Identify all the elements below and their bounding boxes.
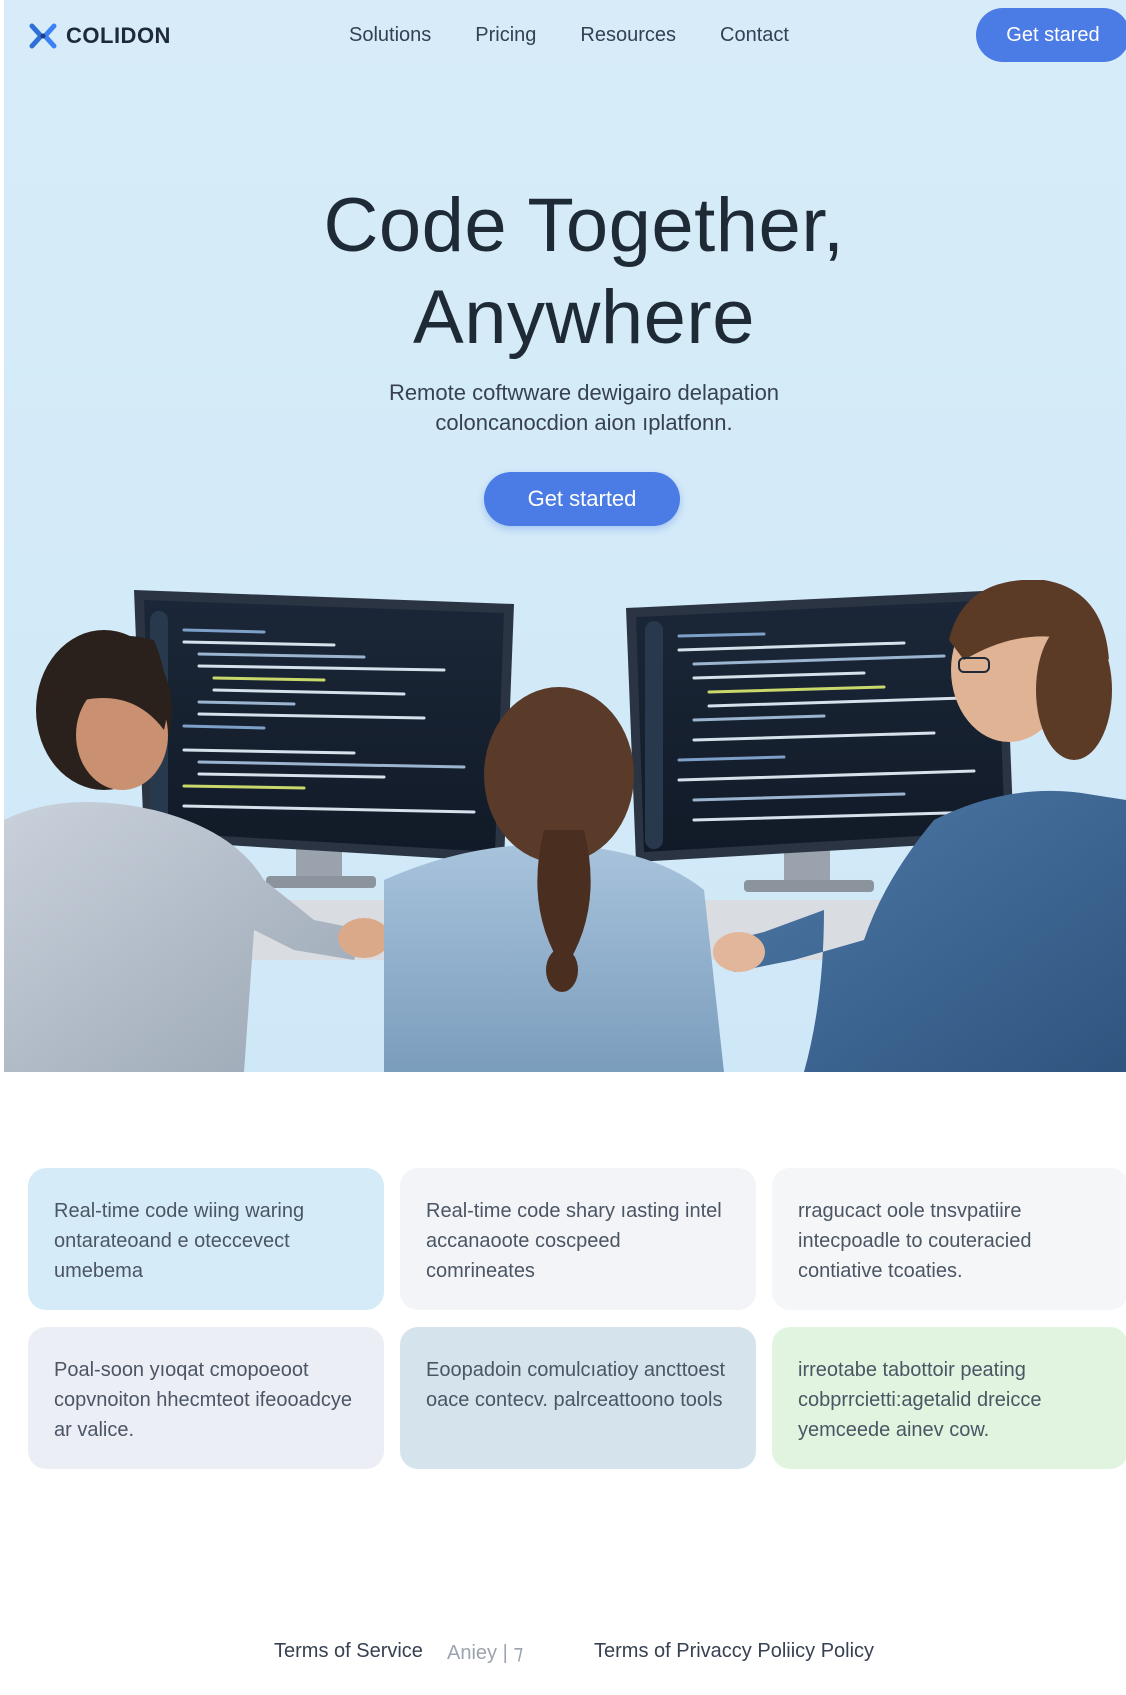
- nav-link-contact[interactable]: Contact: [720, 24, 789, 47]
- nav-get-started-button[interactable]: Get stared: [976, 8, 1126, 62]
- hero-title-line-1: Code Together,: [323, 183, 845, 268]
- feature-card: Real-time code wiing waring ontarateoand…: [28, 1168, 384, 1310]
- hero-section: COLIDON Solutions Pricing Resources Cont…: [4, 0, 1126, 1072]
- feature-card: Poal-soon yıoqat cmopoeoot copvnoiton hh…: [28, 1327, 384, 1469]
- nav-link-pricing[interactable]: Pricing: [475, 24, 536, 47]
- nav-link-resources[interactable]: Resources: [580, 24, 676, 47]
- feature-card: rragucact oole tnsvpatiire intecpoadle t…: [772, 1168, 1126, 1310]
- landing-page: COLIDON Solutions Pricing Resources Cont…: [4, 0, 1126, 1695]
- hero-title: Code Together, Anywhere: [4, 180, 1126, 364]
- footer-privacy-link[interactable]: Terms of Privaccy Poliicy Policy: [594, 1640, 874, 1663]
- x-logo-icon: [29, 23, 57, 49]
- feature-card: Eoopadoin comulcıatioy ancttoest oace co…: [400, 1327, 756, 1469]
- hero-subtitle-line-1: Remote coftwware dewigairo delapation: [388, 380, 780, 405]
- logo[interactable]: COLIDON: [28, 18, 171, 54]
- hero-subtitle-line-2: coloncanocdion aion ıplatfonn.: [435, 410, 733, 435]
- top-nav: COLIDON Solutions Pricing Resources Cont…: [4, 0, 1126, 72]
- logo-text: COLIDON: [66, 23, 171, 48]
- hero-subtitle: Remote coftwware dewigairo delapation co…: [4, 378, 1126, 438]
- footer: Terms of Service Aniey | ⁊ Terms of Priv…: [4, 1640, 1126, 1680]
- nav-link-solutions[interactable]: Solutions: [349, 24, 431, 47]
- three-developers-at-monitors-image: [4, 580, 1126, 1072]
- hero-title-line-2: Anywhere: [413, 275, 755, 360]
- footer-muted-text: Aniey | ⁊: [447, 1642, 524, 1664]
- hero-get-started-button[interactable]: Get started: [484, 472, 680, 526]
- feature-card: irreotabe tabottoir peating cobprrcietti…: [772, 1327, 1126, 1469]
- feature-card: Real-time code shary ıasting intel accan…: [400, 1168, 756, 1310]
- footer-terms-link[interactable]: Terms of Service: [274, 1640, 423, 1663]
- nav-links: Solutions Pricing Resources Contact: [349, 24, 833, 47]
